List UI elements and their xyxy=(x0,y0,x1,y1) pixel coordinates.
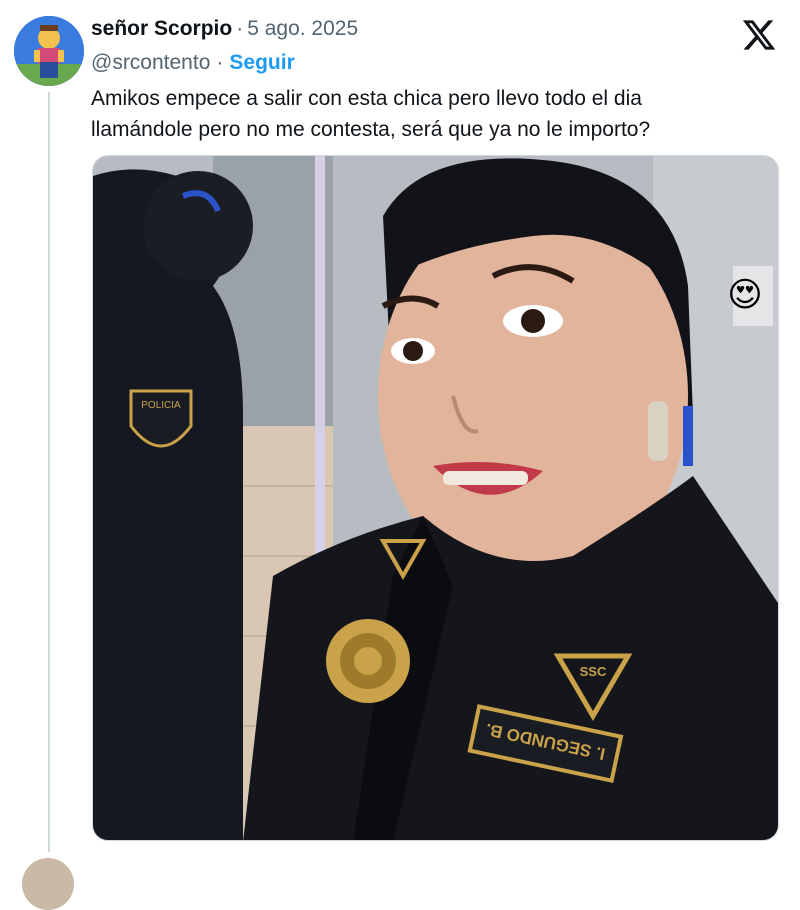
subheader-separator: · xyxy=(216,51,224,74)
tweet-text-line: llamándole pero no me contesta, será que… xyxy=(91,118,651,141)
collar-insignia-text: SSC xyxy=(580,664,607,679)
author-handle[interactable]: @srcontento xyxy=(91,51,210,75)
tweet-text-line: Amikos empece a salir con esta chica per… xyxy=(91,87,642,110)
x-logo-icon[interactable] xyxy=(741,17,777,53)
tweet-photo[interactable]: POLICIA SSC I. SEGUNDO B. 😍 xyxy=(92,155,779,841)
heart-eyes-sticker: 😍 xyxy=(727,276,762,314)
tweet-text: Amikos empece a salir con esta chica per… xyxy=(91,83,781,145)
uniform-badge xyxy=(326,619,410,703)
svg-text:POLICIA: POLICIA xyxy=(141,400,181,411)
tweet-header: señor Scorpio · 5 ago. 2025 xyxy=(91,17,358,47)
author-avatar[interactable] xyxy=(14,16,84,86)
tweet-date[interactable]: 5 ago. 2025 xyxy=(247,17,358,41)
reflection-badge: POLICIA xyxy=(129,389,193,448)
thread-connector-line xyxy=(48,92,50,852)
author-name[interactable]: señor Scorpio xyxy=(91,17,232,41)
header-separator: · xyxy=(236,17,244,40)
author-subheader: @srcontento · Seguir xyxy=(91,51,295,75)
follow-button[interactable]: Seguir xyxy=(229,51,294,75)
